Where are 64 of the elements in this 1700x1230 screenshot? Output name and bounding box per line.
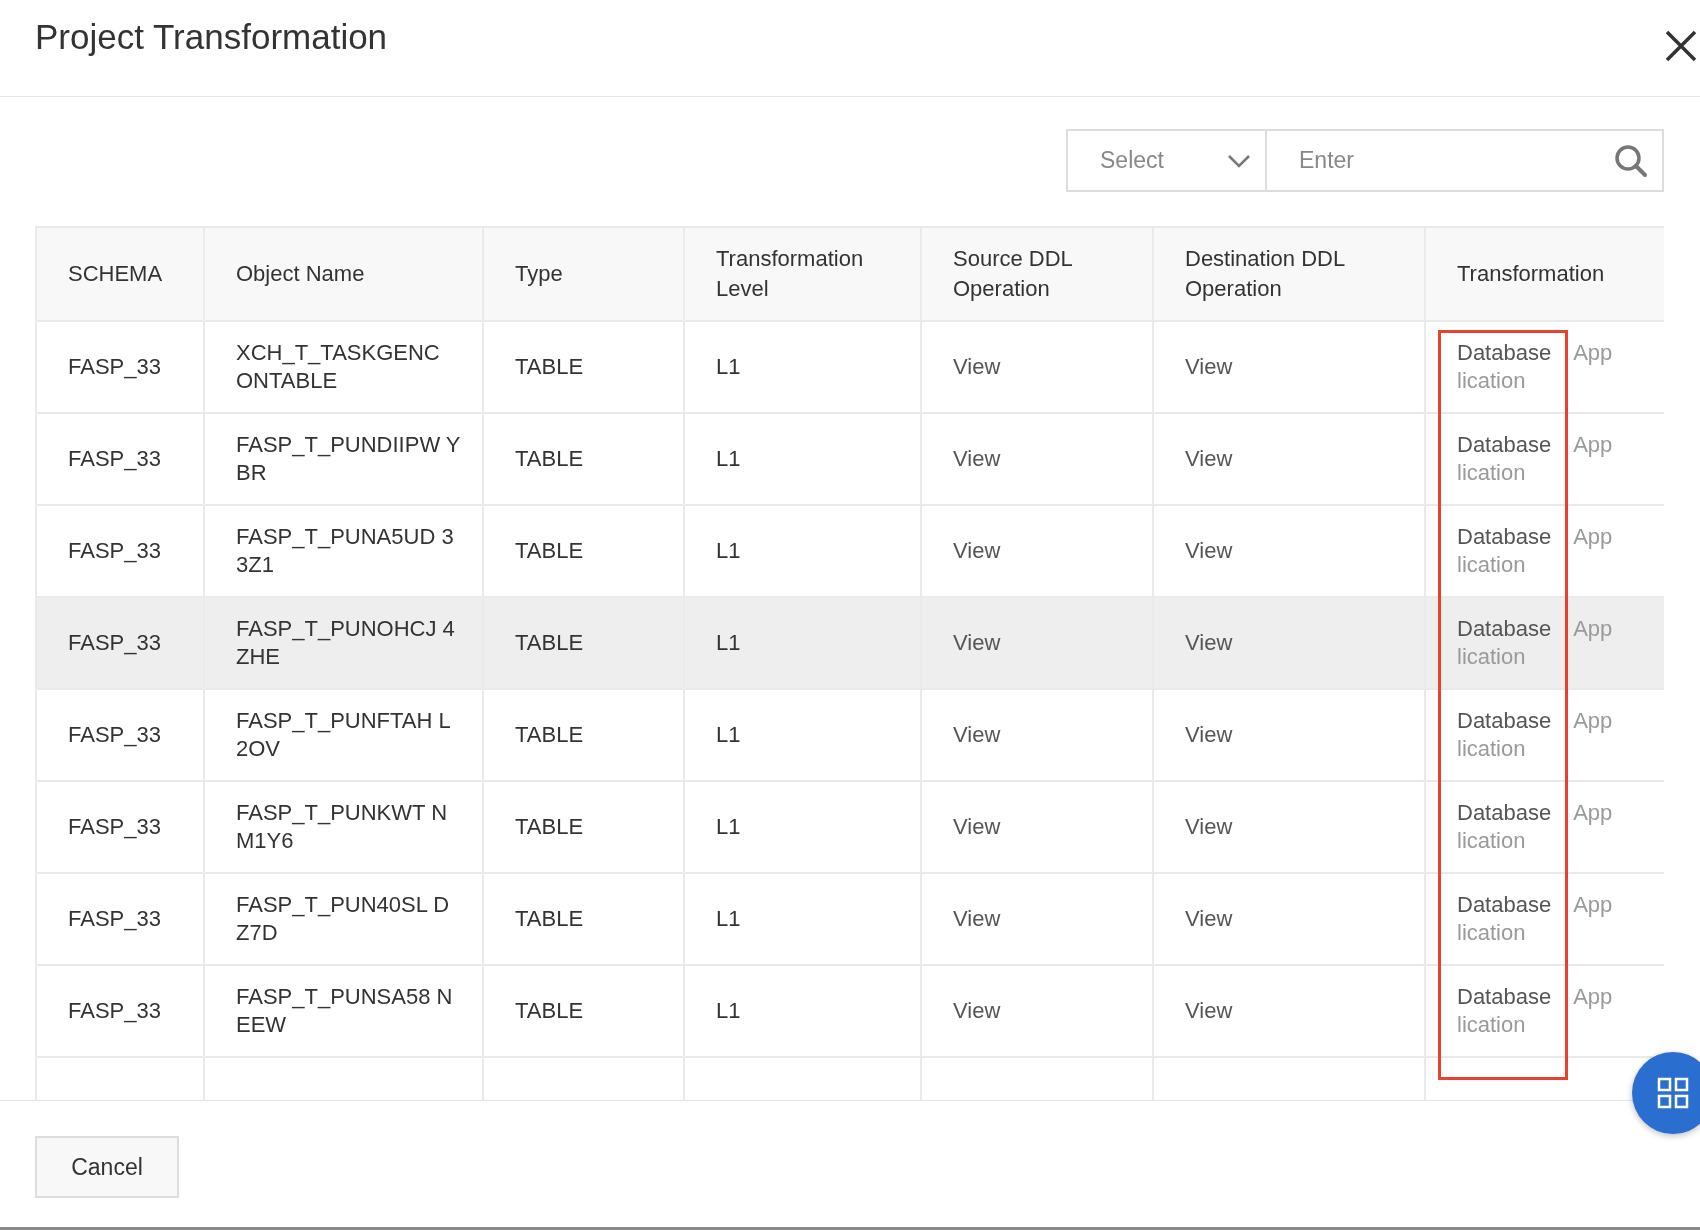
schema-cell: FASP_33 xyxy=(68,354,161,379)
type-cell: TABLE xyxy=(515,538,584,563)
view-link[interactable]: View xyxy=(953,722,1001,747)
column-header: Source DDL Operation xyxy=(953,246,1072,301)
type-cell: TABLE xyxy=(515,354,584,379)
type-cell: TABLE xyxy=(515,722,584,747)
grid-icon xyxy=(1657,1077,1689,1109)
cancel-button[interactable]: Cancel xyxy=(35,1136,179,1198)
column-header: Destination DDL Operation xyxy=(1185,246,1345,301)
view-link[interactable]: View xyxy=(1185,354,1233,379)
level-cell: L1 xyxy=(716,814,741,839)
view-link[interactable]: View xyxy=(953,906,1001,931)
object-name-cell-text: FASP_T_PUNSA58 NEEW xyxy=(236,983,454,1039)
schema-cell: FASP_33 xyxy=(68,814,161,839)
column-header: Transformation Level xyxy=(716,246,864,301)
view-link[interactable]: View xyxy=(953,998,1001,1023)
dialog-title: Project Transformation xyxy=(35,17,388,57)
level-cell: L1 xyxy=(716,998,741,1023)
schema-cell: FASP_33 xyxy=(68,998,161,1023)
object-name-cell-text: FASP_T_PUNKWT NM1Y6 xyxy=(236,799,449,855)
level-cell: L1 xyxy=(716,722,741,747)
column-header: Object Name xyxy=(236,261,365,286)
column-header: Transformation xyxy=(1457,261,1605,286)
schema-cell: FASP_33 xyxy=(68,722,161,747)
schema-cell: FASP_33 xyxy=(68,538,161,563)
schema-cell: FASP_33 xyxy=(68,446,161,471)
type-cell: TABLE xyxy=(515,630,584,655)
schema-cell: FASP_33 xyxy=(68,630,161,655)
object-name-cell-text: FASP_T_PUNOHCJ 4ZHE xyxy=(236,615,456,671)
level-cell: L1 xyxy=(716,354,741,379)
type-cell: TABLE xyxy=(515,814,584,839)
type-cell: TABLE xyxy=(515,906,584,931)
view-link[interactable]: View xyxy=(953,538,1001,563)
view-link[interactable]: View xyxy=(1185,630,1233,655)
object-name-cell-text: FASP_T_PUNA5UD 33Z1 xyxy=(236,523,455,579)
view-link[interactable]: View xyxy=(953,630,1001,655)
type-cell: TABLE xyxy=(515,998,584,1023)
view-link[interactable]: View xyxy=(1185,722,1233,747)
search-field[interactable]: Enter xyxy=(1267,129,1664,192)
object-name-cell-text: XCH_T_TASKGENC ONTABLE xyxy=(236,339,441,395)
chevron-down-icon xyxy=(1227,153,1251,168)
view-link[interactable]: View xyxy=(953,446,1001,471)
close-icon[interactable] xyxy=(1664,29,1698,63)
floating-menu-button[interactable] xyxy=(1632,1052,1700,1134)
object-name-cell: FASP_T_PUNDIIPW YBR xyxy=(236,431,462,487)
view-link[interactable]: View xyxy=(1185,538,1233,563)
view-link[interactable]: View xyxy=(1185,814,1233,839)
view-link[interactable]: View xyxy=(1185,998,1233,1023)
view-link[interactable]: View xyxy=(953,354,1001,379)
column-header: Type xyxy=(515,261,563,286)
level-cell: L1 xyxy=(716,906,741,931)
column-header: SCHEMA xyxy=(68,261,163,286)
level-cell: L1 xyxy=(716,446,741,471)
type-cell: TABLE xyxy=(515,446,584,471)
search-icon[interactable] xyxy=(1614,144,1648,178)
object-name-cell-text: FASP_T_PUNFTAH L2OV xyxy=(236,707,452,763)
view-link[interactable]: View xyxy=(1185,446,1233,471)
level-cell: L1 xyxy=(716,630,741,655)
view-link[interactable]: View xyxy=(1185,906,1233,931)
object-name-cell-text: FASP_T_PUN40SL DZ7D xyxy=(236,891,451,947)
select-dropdown[interactable]: Select xyxy=(1066,129,1267,192)
view-link[interactable]: View xyxy=(953,814,1001,839)
schema-cell: FASP_33 xyxy=(68,906,161,931)
level-cell: L1 xyxy=(716,538,741,563)
